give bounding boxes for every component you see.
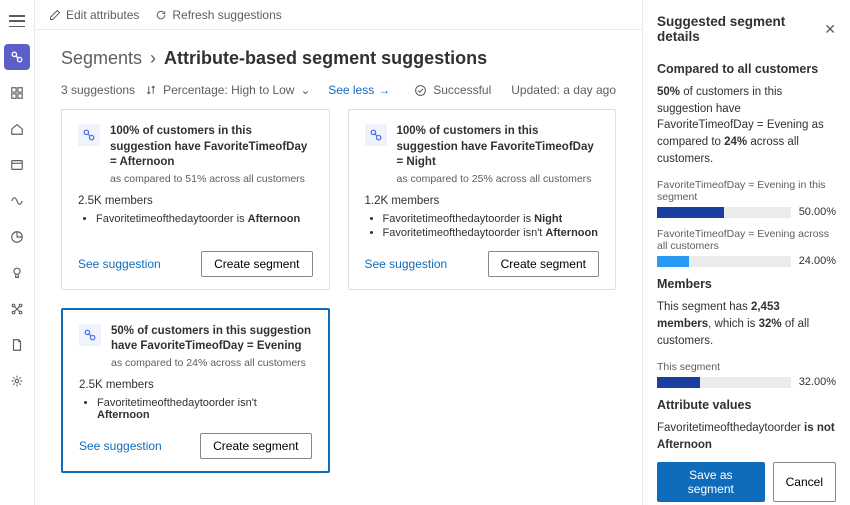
edit-label: Edit attributes <box>66 8 139 22</box>
breadcrumb-root[interactable]: Segments <box>61 48 142 69</box>
rule-item: Favoritetimeofthedaytoorder is Night <box>383 213 600 225</box>
card-title: 50% of customers in this suggestion have… <box>111 324 312 355</box>
bar3-label: This segment <box>657 361 836 373</box>
suggestion-card[interactable]: 100% of customers in this suggestion hav… <box>61 109 330 290</box>
check-circle-icon <box>414 84 427 97</box>
create-segment-button[interactable]: Create segment <box>488 251 599 277</box>
rail-activity-icon[interactable] <box>4 188 30 214</box>
nav-rail <box>0 0 35 505</box>
segment-icon <box>79 324 101 346</box>
breadcrumb-sep: › <box>150 48 156 69</box>
members-count: 1.2K members <box>365 195 600 207</box>
close-icon[interactable]: ✕ <box>824 21 836 38</box>
details-panel: Suggested segment details ✕ Compared to … <box>642 0 850 505</box>
sort-icon[interactable] <box>145 84 157 96</box>
breadcrumb: Segments › Attribute-based segment sugge… <box>61 48 616 69</box>
compared-header: Compared to all customers <box>657 62 836 76</box>
rule-item: Favoritetimeofthedaytoorder isn't Aftern… <box>97 397 312 421</box>
refresh-icon <box>155 9 167 21</box>
rail-segments-icon[interactable] <box>4 44 30 70</box>
rail-home-icon[interactable] <box>4 116 30 142</box>
rules-list: Favoritetimeofthedaytoorder isn't Aftern… <box>79 397 312 423</box>
see-suggestion-link[interactable]: See suggestion <box>78 257 161 271</box>
rail-gear-icon[interactable] <box>4 368 30 394</box>
status-badge: Successful <box>414 83 491 97</box>
bar1-label: FavoriteTimeofDay = Evening in this segm… <box>657 179 836 203</box>
bar1: 50.00% <box>657 206 836 218</box>
arrow-right-icon: → <box>378 83 390 97</box>
refresh-suggestions-button[interactable]: Refresh suggestions <box>155 8 281 22</box>
rules-list: Favoritetimeofthedaytoorder is Night Favo… <box>365 213 600 241</box>
card-subtitle: as compared to 25% across all customers <box>397 173 600 185</box>
sort-label[interactable]: Percentage: High to Low <box>163 83 294 97</box>
members-count: 2.5K members <box>78 195 313 207</box>
suggestion-count: 3 suggestions <box>61 83 135 97</box>
pencil-icon <box>49 9 61 21</box>
suggestion-card[interactable]: 100% of customers in this suggestion hav… <box>348 109 617 290</box>
see-suggestion-link[interactable]: See suggestion <box>79 439 162 453</box>
refresh-label: Refresh suggestions <box>172 8 281 22</box>
suggestion-card[interactable]: 50% of customers in this suggestion have… <box>61 308 330 473</box>
rule-item: Favoritetimeofthedaytoorder is Afternoon <box>96 213 313 225</box>
attr-header: Attribute values <box>657 398 836 412</box>
rail-connect-icon[interactable] <box>4 296 30 322</box>
cancel-button[interactable]: Cancel <box>773 462 836 502</box>
see-suggestion-link[interactable]: See suggestion <box>365 257 448 271</box>
members-count: 2.5K members <box>79 379 312 391</box>
card-title: 100% of customers in this suggestion hav… <box>110 124 313 171</box>
bar2: 24.00% <box>657 255 836 267</box>
rule-item: Favoritetimeofthedaytoorder isn't Aftern… <box>383 227 600 239</box>
page-title: Attribute-based segment suggestions <box>164 48 487 69</box>
members-text: This segment has 2,453 members, which is… <box>657 299 836 349</box>
chevron-down-icon[interactable]: ⌄ <box>300 83 310 97</box>
edit-attributes-button[interactable]: Edit attributes <box>49 8 139 22</box>
members-header: Members <box>657 277 836 291</box>
card-subtitle: as compared to 51% across all customers <box>110 173 313 185</box>
card-subtitle: as compared to 24% across all customers <box>111 357 312 369</box>
rules-list: Favoritetimeofthedaytoorder is Afternoon <box>78 213 313 227</box>
command-bar: Edit attributes Refresh suggestions <box>35 0 642 30</box>
hamburger-icon[interactable] <box>4 8 30 34</box>
segment-icon <box>78 124 100 146</box>
updated-label: Updated: a day ago <box>511 83 616 97</box>
rail-dashboard-icon[interactable] <box>4 80 30 106</box>
rail-insights-icon[interactable] <box>4 260 30 286</box>
rail-file-icon[interactable] <box>4 332 30 358</box>
attr-text: Favoritetimeofthedaytoorder is not After… <box>657 420 836 453</box>
list-header: 3 suggestions Percentage: High to Low ⌄ … <box>61 83 616 97</box>
bar3: 32.00% <box>657 376 836 388</box>
compared-text: 50% of customers in this suggestion have… <box>657 84 836 167</box>
create-segment-button[interactable]: Create segment <box>201 251 312 277</box>
rail-chart-icon[interactable] <box>4 224 30 250</box>
panel-title: Suggested segment details ✕ <box>657 14 836 44</box>
see-less-button[interactable]: See less → <box>328 83 390 97</box>
create-segment-button[interactable]: Create segment <box>200 433 311 459</box>
rail-data-icon[interactable] <box>4 152 30 178</box>
save-segment-button[interactable]: Save as segment <box>657 462 765 502</box>
segment-icon <box>365 124 387 146</box>
card-title: 100% of customers in this suggestion hav… <box>397 124 600 171</box>
bar2-label: FavoriteTimeofDay = Evening across all c… <box>657 228 836 252</box>
